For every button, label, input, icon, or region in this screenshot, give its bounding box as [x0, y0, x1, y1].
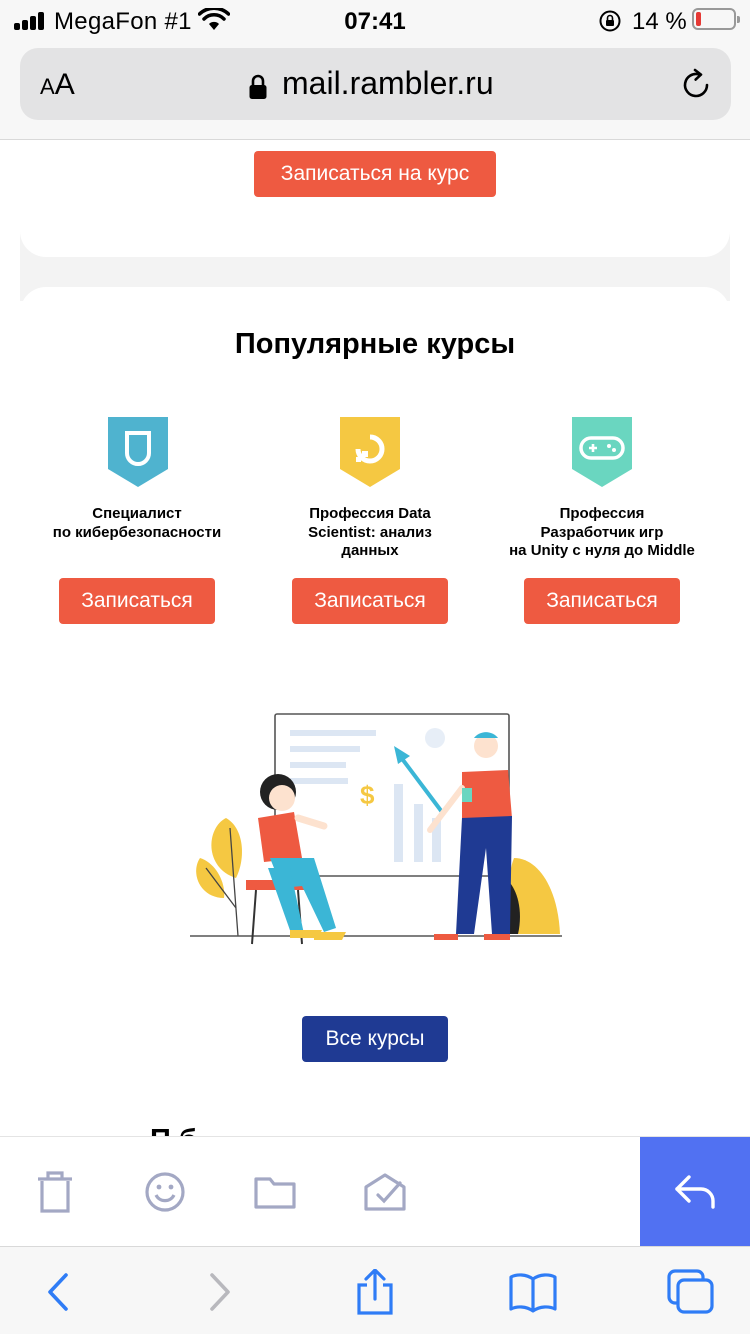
lock-icon [249, 74, 267, 99]
forward-icon[interactable] [194, 1269, 244, 1315]
section-title: Популярные курсы [234, 328, 516, 360]
trash-icon[interactable] [30, 1167, 80, 1217]
signup-button-unity[interactable]: Записаться [524, 578, 680, 624]
url-text: mail.rambler.ru [282, 65, 494, 101]
mail-action-toolbar [0, 1136, 750, 1247]
battery-icon [692, 8, 740, 30]
browser-address-area: AA mail.rambler.ru [0, 40, 750, 140]
folder-icon[interactable] [250, 1167, 300, 1217]
reply-arrow-icon [675, 1175, 715, 1209]
svg-text:$: $ [360, 780, 375, 810]
signup-button-cybersecurity[interactable]: Записаться [59, 578, 215, 624]
course-name-cybersecurity: Специалист по кибербезопасности [52, 505, 222, 541]
browser-toolbar [0, 1246, 750, 1334]
reply-button[interactable] [640, 1137, 750, 1247]
back-icon[interactable] [34, 1269, 84, 1315]
course-name-data-scientist: Профессия Data Scientist: анализ данных [308, 505, 432, 559]
all-courses-button[interactable]: Все курсы [302, 1016, 448, 1062]
course-name-unity: Профессия Разработчик игр на Unity с нул… [509, 505, 695, 559]
mark-read-icon[interactable] [360, 1167, 410, 1217]
signup-button-data-scientist[interactable]: Записаться [292, 578, 448, 624]
shield-icon [108, 417, 168, 487]
rotation-lock-icon [599, 10, 621, 32]
emoji-icon[interactable] [140, 1167, 190, 1217]
text-size-button[interactable]: AA [40, 68, 75, 102]
battery-percent: 14 % [632, 8, 687, 35]
data-science-icon [340, 417, 400, 487]
tabs-icon[interactable] [666, 1269, 716, 1315]
bookmarks-icon[interactable] [508, 1269, 558, 1315]
gamepad-icon [572, 417, 632, 487]
share-icon[interactable] [350, 1269, 400, 1315]
courses-illustration: $ [190, 713, 562, 945]
reload-icon[interactable] [679, 68, 713, 102]
address-bar[interactable]: AA mail.rambler.ru [20, 48, 731, 120]
signup-course-button[interactable]: Записаться на курс [254, 151, 496, 197]
status-bar: MegaFon #1 07:41 14 % [0, 0, 750, 40]
